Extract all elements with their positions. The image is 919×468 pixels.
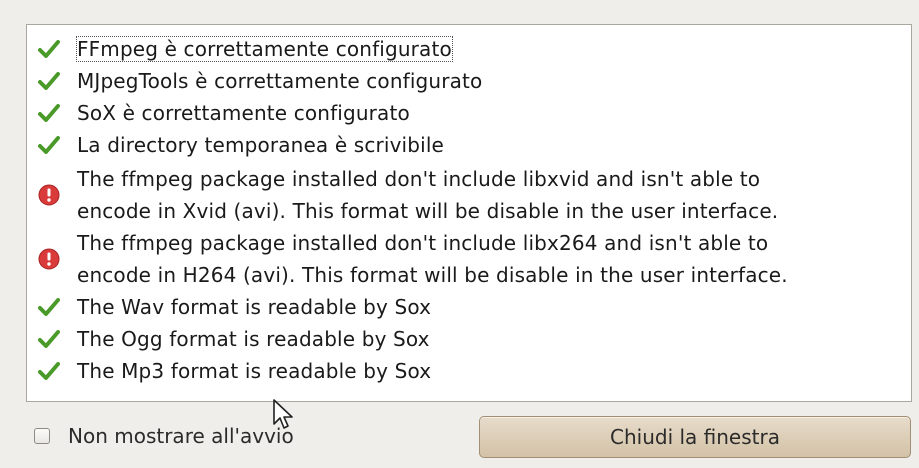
error-icon bbox=[37, 247, 61, 271]
list-item-text: The Wav format is readable by Sox bbox=[77, 295, 432, 319]
list-item[interactable]: The Wav format is readable by Sox bbox=[27, 291, 911, 323]
checkbox-box[interactable] bbox=[34, 428, 50, 444]
check-icon bbox=[37, 327, 61, 351]
list-item-line: FFmpeg è correttamente configurato bbox=[76, 36, 453, 62]
message-list: FFmpeg è correttamente configurato MJpeg… bbox=[26, 24, 912, 402]
list-item-line: The ffmpeg package installed don't inclu… bbox=[77, 231, 769, 255]
list-item-line: encode in Xvid (avi). This format will b… bbox=[77, 199, 779, 223]
dont-show-on-startup-checkbox[interactable]: Non mostrare all'avvio bbox=[34, 424, 294, 448]
list-item-line: The ffmpeg package installed don't inclu… bbox=[77, 167, 761, 191]
list-item[interactable]: MJpegTools è correttamente configurato bbox=[27, 65, 911, 97]
list-item-text: FFmpeg è correttamente configurato bbox=[76, 33, 905, 65]
list-item[interactable]: La directory temporanea è scrivibile bbox=[27, 129, 911, 161]
list-item[interactable]: The ffmpeg package installed don't inclu… bbox=[27, 163, 911, 227]
check-icon bbox=[37, 295, 61, 319]
list-item-text: The Mp3 format is readable by Sox bbox=[77, 359, 432, 383]
check-icon bbox=[37, 133, 61, 157]
dialog-footer: Non mostrare all'avvio Chiudi la finestr… bbox=[0, 406, 919, 468]
list-item[interactable]: SoX è correttamente configurato bbox=[27, 97, 911, 129]
list-item[interactable]: The ffmpeg package installed don't inclu… bbox=[27, 227, 911, 291]
error-icon bbox=[37, 183, 61, 207]
mouse-pointer-icon bbox=[273, 399, 293, 429]
list-item-text: MJpegTools è correttamente configurato bbox=[77, 69, 483, 93]
list-item[interactable]: The Ogg format is readable by Sox bbox=[27, 323, 911, 355]
check-icon bbox=[37, 359, 61, 383]
close-window-button[interactable]: Chiudi la finestra bbox=[479, 416, 911, 458]
list-item[interactable]: The Mp3 format is readable by Sox bbox=[27, 355, 911, 387]
list-item-text: La directory temporanea è scrivibile bbox=[77, 133, 444, 157]
check-icon bbox=[37, 69, 61, 93]
startup-check-window: FFmpeg è correttamente configurato MJpeg… bbox=[0, 0, 919, 468]
list-item-text: SoX è correttamente configurato bbox=[77, 101, 410, 125]
checkbox-label: Non mostrare all'avvio bbox=[68, 424, 294, 448]
list-item[interactable]: FFmpeg è correttamente configurato bbox=[27, 33, 911, 65]
check-icon bbox=[37, 37, 61, 61]
list-item-line: encode in H264 (avi). This format will b… bbox=[77, 263, 788, 287]
list-item-text: The Ogg format is readable by Sox bbox=[77, 327, 430, 351]
check-icon bbox=[37, 101, 61, 125]
